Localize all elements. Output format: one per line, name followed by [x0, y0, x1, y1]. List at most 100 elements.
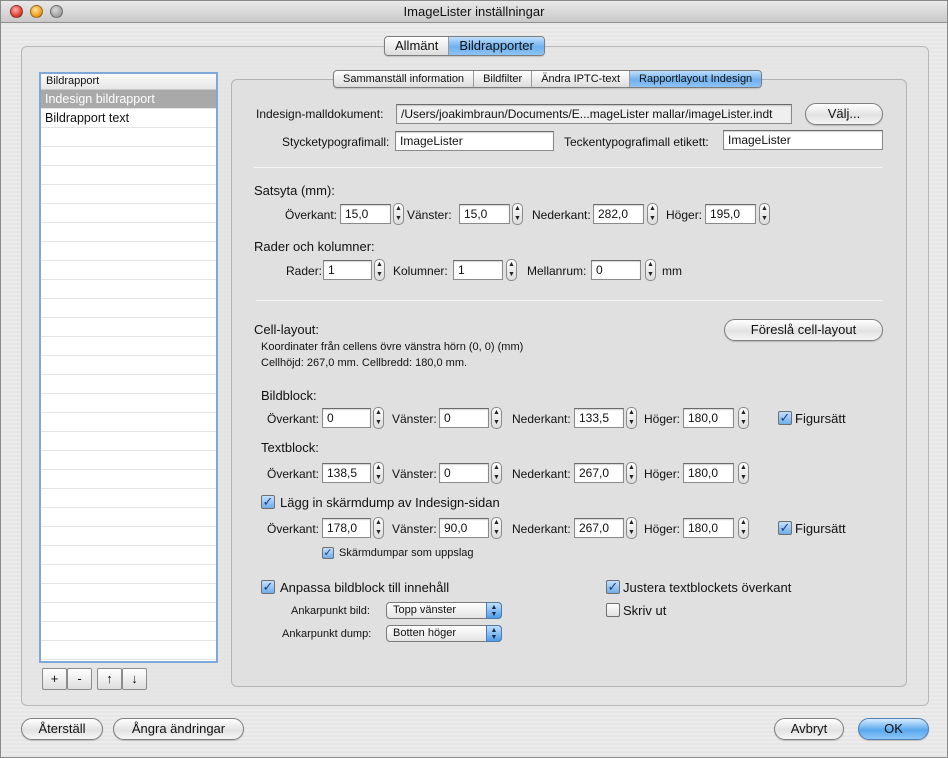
- screenshot-spread-checkbox[interactable]: ✓: [322, 547, 334, 559]
- gap-stepper[interactable]: ▲ ▼: [645, 259, 656, 281]
- print-checkbox[interactable]: [606, 603, 620, 617]
- title-bar: ImageLister inställningar: [1, 1, 947, 23]
- columns-input[interactable]: 1: [453, 260, 503, 280]
- empty-list-row: [41, 356, 216, 375]
- screenshot-right-input[interactable]: 180,0: [683, 518, 734, 538]
- image-block-top-input[interactable]: 0: [322, 408, 371, 428]
- type-area-top-stepper[interactable]: ▲ ▼: [393, 203, 404, 225]
- cancel-button[interactable]: Avbryt: [774, 718, 844, 740]
- paragraph-style-input[interactable]: ImageLister: [395, 131, 554, 151]
- image-block-right-input[interactable]: 180,0: [683, 408, 734, 428]
- text-block-bottom-input[interactable]: 267,0: [574, 463, 624, 483]
- report-list-header[interactable]: Bildrapport: [41, 74, 216, 90]
- empty-list-row: [41, 641, 216, 660]
- char-style-label: Teckentypografimall etikett:: [564, 135, 709, 149]
- screenshot-fit-checkbox[interactable]: ✓: [778, 521, 792, 535]
- print-label: Skriv ut: [623, 603, 667, 618]
- gap-input[interactable]: 0: [591, 260, 641, 280]
- type-area-right-stepper[interactable]: ▲ ▼: [759, 203, 770, 225]
- sub-tab-bar: Sammanställ information Bildfilter Ändra…: [333, 70, 763, 88]
- tab-edit-iptc[interactable]: Ändra IPTC-text: [532, 71, 631, 87]
- type-area-right-label: Höger:: [666, 208, 703, 222]
- text-block-left-stepper[interactable]: ▲ ▼: [491, 462, 502, 484]
- screenshot-right-stepper[interactable]: ▲ ▼: [738, 517, 749, 539]
- image-block-top-stepper[interactable]: ▲ ▼: [373, 407, 384, 429]
- paragraph-style-label: Stycketypografimall:: [282, 135, 390, 149]
- columns-stepper[interactable]: ▲ ▼: [506, 259, 517, 281]
- image-block-fit-checkbox[interactable]: ✓: [778, 411, 792, 425]
- move-down-button[interactable]: ↓: [122, 668, 147, 690]
- chevron-up-down-icon: ▲ ▼: [486, 602, 502, 619]
- remove-report-button[interactable]: -: [67, 668, 92, 690]
- close-window-button[interactable]: [10, 5, 23, 18]
- screenshot-top-input[interactable]: 178,0: [322, 518, 371, 538]
- cell-layout-heading: Cell-layout:: [254, 322, 320, 337]
- type-area-bottom-input[interactable]: 282,0: [593, 204, 644, 224]
- image-block-right-stepper[interactable]: ▲ ▼: [738, 407, 749, 429]
- screenshot-bottom-input[interactable]: 267,0: [574, 518, 624, 538]
- empty-list-row: [41, 223, 216, 242]
- text-block-right-input[interactable]: 180,0: [683, 463, 734, 483]
- empty-list-row: [41, 546, 216, 565]
- char-style-input[interactable]: ImageLister: [723, 130, 883, 150]
- empty-list-row: [41, 318, 216, 337]
- list-item[interactable]: Bildrapport text: [41, 109, 216, 128]
- report-list[interactable]: Bildrapport Indesign bildrapport Bildrap…: [39, 72, 218, 663]
- text-block-top-input[interactable]: 138,5: [322, 463, 371, 483]
- tab-report-layout-indesign[interactable]: Rapportlayout Indesign: [630, 71, 762, 87]
- screenshot-left-stepper[interactable]: ▲ ▼: [491, 517, 502, 539]
- gap-label: Mellanrum:: [527, 264, 587, 278]
- text-block-right-stepper[interactable]: ▲ ▼: [738, 462, 749, 484]
- text-block-top-stepper[interactable]: ▲ ▼: [373, 462, 384, 484]
- list-item[interactable]: Indesign bildrapport: [41, 90, 216, 109]
- add-report-button[interactable]: +: [42, 668, 67, 690]
- type-area-left-input[interactable]: 15,0: [459, 204, 510, 224]
- image-block-bottom-stepper[interactable]: ▲ ▼: [626, 407, 637, 429]
- screenshot-left-input[interactable]: 90,0: [439, 518, 489, 538]
- type-area-left-stepper[interactable]: ▲ ▼: [512, 203, 523, 225]
- screenshot-bottom-stepper[interactable]: ▲ ▼: [626, 517, 637, 539]
- undo-changes-button[interactable]: Ångra ändringar: [113, 718, 244, 740]
- anchor-dump-popup[interactable]: Botten höger ▲ ▼: [386, 625, 502, 642]
- suggest-cell-layout-button[interactable]: Föreslå cell-layout: [724, 319, 883, 341]
- empty-list-row: [41, 432, 216, 451]
- screenshot-top-label: Överkant:: [267, 522, 320, 536]
- columns-label: Kolumner:: [393, 264, 448, 278]
- choose-template-button[interactable]: Välj...: [805, 103, 883, 125]
- rows-stepper[interactable]: ▲ ▼: [374, 259, 385, 281]
- tab-compile-info[interactable]: Sammanställ information: [334, 71, 475, 87]
- image-block-left-input[interactable]: 0: [439, 408, 489, 428]
- cell-size-info: Cellhöjd: 267,0 mm. Cellbredd: 180,0 mm.: [261, 357, 468, 369]
- type-area-right-input[interactable]: 195,0: [705, 204, 756, 224]
- rows-label: Rader:: [286, 264, 323, 278]
- reset-button[interactable]: Återställ: [21, 718, 103, 740]
- rows-input[interactable]: 1: [323, 260, 372, 280]
- screenshot-spread-label: Skärmdumpar som uppslag: [339, 547, 474, 559]
- tab-image-reports[interactable]: Bildrapporter: [449, 37, 544, 55]
- grid-heading: Rader och kolumner:: [254, 239, 375, 254]
- adjust-text-top-checkbox[interactable]: ✓: [606, 580, 620, 594]
- image-block-left-stepper[interactable]: ▲ ▼: [491, 407, 502, 429]
- preferences-window: ImageLister inställningar Allmänt Bildra…: [0, 0, 948, 758]
- text-block-left-input[interactable]: 0: [439, 463, 489, 483]
- screenshot-right-label: Höger:: [644, 522, 681, 536]
- ok-button[interactable]: OK: [858, 718, 929, 740]
- type-area-top-input[interactable]: 15,0: [340, 204, 391, 224]
- empty-list-row: [41, 185, 216, 204]
- text-block-bottom-stepper[interactable]: ▲ ▼: [626, 462, 637, 484]
- empty-list-row: [41, 128, 216, 147]
- tab-image-filter[interactable]: Bildfilter: [474, 71, 533, 87]
- fit-image-block-checkbox[interactable]: ✓: [261, 580, 275, 594]
- zoom-window-button[interactable]: [50, 5, 63, 18]
- list-empty-rows: [41, 128, 216, 660]
- empty-list-row: [41, 394, 216, 413]
- move-up-button[interactable]: ↑: [97, 668, 122, 690]
- screenshot-top-stepper[interactable]: ▲ ▼: [373, 517, 384, 539]
- minimize-window-button[interactable]: [30, 5, 43, 18]
- image-block-bottom-input[interactable]: 133,5: [574, 408, 624, 428]
- include-screenshot-checkbox[interactable]: ✓: [261, 495, 275, 509]
- window-title: ImageLister inställningar: [403, 4, 545, 19]
- anchor-image-popup[interactable]: Topp vänster ▲ ▼: [386, 602, 502, 619]
- type-area-bottom-stepper[interactable]: ▲ ▼: [647, 203, 658, 225]
- tab-general[interactable]: Allmänt: [385, 37, 450, 55]
